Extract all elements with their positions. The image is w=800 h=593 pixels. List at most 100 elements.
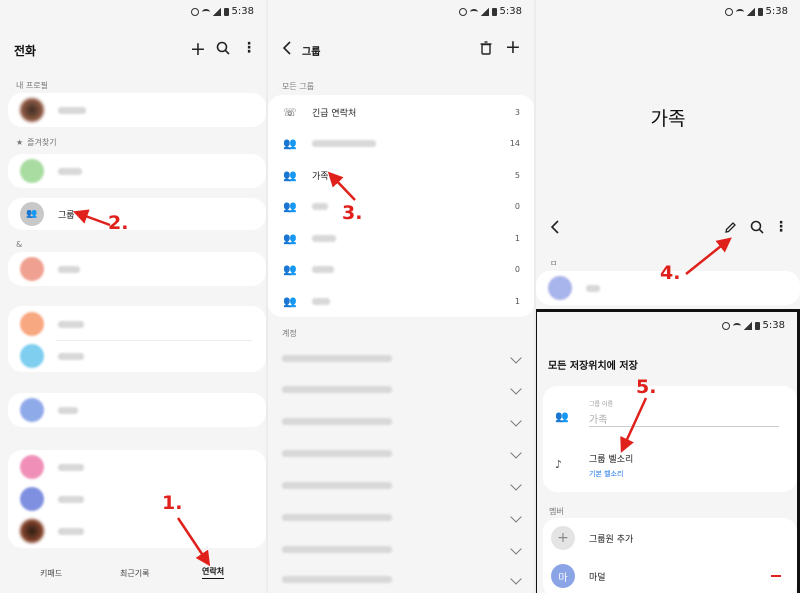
section-index-amp: & [16, 240, 23, 249]
people-icon: 👥 [283, 168, 297, 182]
avatar: 마 [551, 564, 575, 588]
account-row[interactable] [268, 564, 534, 593]
add-member-label: 그룹원 추가 [589, 534, 634, 545]
profile-card[interactable] [8, 93, 266, 127]
back-button[interactable] [282, 40, 292, 59]
avatar [20, 257, 44, 281]
account-row[interactable] [268, 438, 534, 468]
tab-recents[interactable]: 최근기록 [120, 568, 149, 579]
tab-keypad[interactable]: 키패드 [40, 568, 62, 579]
group-name-field[interactable]: 가족 [589, 408, 779, 427]
favorites-section: ★ 즐겨찾기 [16, 138, 57, 147]
account-blurred [282, 513, 392, 521]
chevron-down-icon [510, 352, 522, 364]
more-options-button[interactable]: ⋮ [774, 219, 788, 235]
people-icon: 👥 [555, 410, 569, 423]
alarm-icon [721, 321, 730, 330]
back-button[interactable] [550, 219, 560, 238]
trash-icon [480, 41, 492, 55]
group-name: 긴급 연락처 [312, 108, 357, 119]
alarm-icon [458, 7, 467, 16]
group-row[interactable]: 👥 14 [268, 128, 534, 158]
contact-name-blurred [58, 495, 84, 503]
account-row[interactable] [268, 502, 534, 532]
avatar [20, 159, 44, 183]
group-row[interactable]: 👥 1 [268, 223, 534, 253]
status-time: 5:38 [765, 6, 788, 17]
phone-star-icon: ☏ [283, 105, 297, 119]
avatar [20, 398, 44, 422]
members-card: + 그룹원 추가 마 마덜 [543, 518, 797, 593]
chevron-down-icon [510, 479, 522, 491]
signal-icon [212, 7, 221, 16]
account-blurred [282, 545, 392, 553]
profile-name-blurred [58, 106, 86, 114]
status-bar: 5:38 [724, 6, 788, 17]
avatar [20, 455, 44, 479]
add-contact-button[interactable]: + [190, 38, 206, 60]
search-button[interactable] [750, 219, 764, 238]
remove-member-button[interactable] [771, 575, 781, 577]
account-row[interactable] [268, 374, 534, 404]
battery-icon [757, 7, 763, 16]
group-name-blurred [312, 297, 330, 305]
groups-screen: 5:38 그룹 + 모든 그룹 ☏ 긴급 연락처 3 👥 14 👥 가족 5 👥… [268, 0, 534, 593]
group-row[interactable]: 👥 1 [268, 286, 534, 316]
add-member-row[interactable]: + 그룹원 추가 [543, 523, 797, 553]
people-icon: 👥 [283, 294, 297, 308]
battery-icon [754, 321, 760, 330]
contact-name-blurred [58, 527, 84, 535]
account-row[interactable] [268, 343, 534, 373]
groups-row[interactable]: 👥 그룹 [8, 198, 266, 230]
account-row[interactable] [268, 470, 534, 500]
people-icon: 👥 [283, 199, 297, 213]
groups-icon: 👥 [20, 202, 44, 226]
group-row-family[interactable]: 👥 가족 5 [268, 160, 534, 190]
contact-card[interactable] [8, 393, 266, 427]
avatar [20, 98, 44, 122]
wifi-icon [732, 322, 741, 329]
wifi-icon [735, 8, 744, 15]
group-count: 5 [514, 170, 520, 180]
status-time: 5:38 [231, 6, 254, 17]
edit-group-panel: 5:38 모든 저장위치에 저장 👥 그룹 이름 가족 ♪ 그룹 벨소리 기본 … [536, 309, 800, 593]
wifi-icon [201, 8, 210, 15]
group-row[interactable]: 👥 0 [268, 191, 534, 221]
chevron-down-icon [510, 415, 522, 427]
favorite-card[interactable] [8, 154, 266, 188]
account-row[interactable] [268, 534, 534, 564]
annotation-step-2: 2. [108, 212, 129, 234]
contact-card[interactable] [8, 450, 266, 548]
contact-name-blurred [58, 406, 78, 414]
avatar [20, 487, 44, 511]
member-row[interactable]: 마 마덜 [543, 561, 797, 591]
ringtone-row[interactable]: 그룹 벨소리 기본 벨소리 [589, 452, 633, 479]
search-button[interactable] [216, 40, 230, 59]
pencil-icon [725, 222, 736, 233]
status-bar: 5:38 [721, 320, 785, 331]
alarm-icon [190, 7, 199, 16]
chevron-down-icon [510, 543, 522, 555]
group-name-blurred [312, 202, 328, 210]
group-name: 가족 [312, 171, 329, 182]
member-name-blurred [586, 284, 600, 292]
page-title: 전화 [14, 44, 37, 58]
delete-button[interactable] [480, 40, 492, 59]
group-row-emergency[interactable]: ☏ 긴급 연락처 3 [268, 97, 534, 127]
contact-card[interactable] [8, 252, 266, 286]
signal-icon [746, 7, 755, 16]
page-title: 그룹 [302, 47, 321, 58]
add-group-button[interactable]: + [505, 36, 521, 58]
contact-card[interactable] [8, 306, 266, 372]
tab-contacts[interactable]: 연락처 [202, 566, 225, 579]
people-icon: 👥 [283, 262, 297, 276]
group-count: 0 [514, 264, 520, 274]
account-row[interactable] [268, 406, 534, 436]
save-location-title: 모든 저장위치에 저장 [548, 361, 638, 372]
chevron-down-icon [510, 511, 522, 523]
edit-button[interactable] [724, 219, 737, 238]
annotation-step-1: 1. [162, 492, 183, 514]
group-big-title: 가족 [650, 108, 686, 130]
group-row[interactable]: 👥 0 [268, 254, 534, 284]
more-options-button[interactable]: ⋮ [242, 40, 256, 56]
